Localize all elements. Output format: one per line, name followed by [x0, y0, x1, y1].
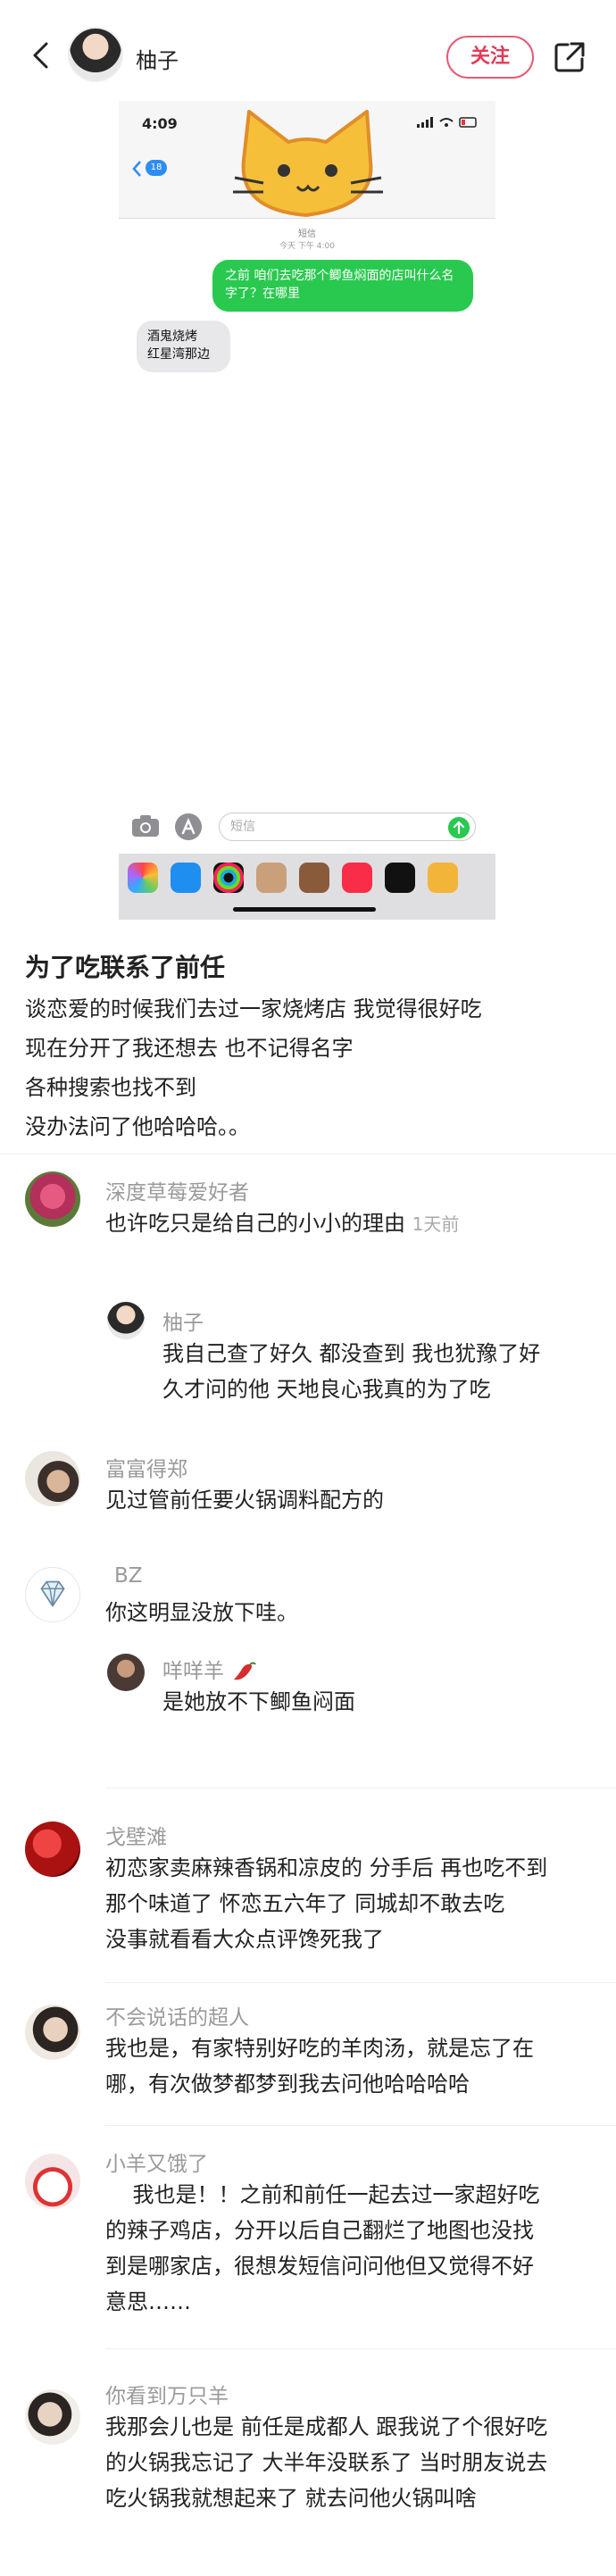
replier-name-text: 咩咩羊	[162, 1660, 224, 1683]
commenter-avatar[interactable]	[25, 2389, 80, 2445]
photos-app-icon[interactable]	[128, 863, 158, 893]
diamond-icon	[40, 1580, 65, 1607]
follow-button[interactable]: 关注	[446, 36, 534, 79]
comment-line[interactable]: 哪，有次做梦都梦到我去问他哈哈哈哈	[105, 2066, 470, 2102]
post-body-line: 没办法问了他哈哈哈。。	[25, 1114, 250, 1139]
message-timestamp: 今天 下午 4:00	[279, 242, 335, 251]
commenter-avatar[interactable]	[25, 2154, 80, 2209]
divider	[105, 2348, 616, 2349]
digital-touch-app-icon[interactable]	[385, 863, 415, 893]
back-arrow-icon[interactable]	[27, 40, 57, 71]
author-avatar[interactable]	[68, 27, 123, 82]
commenter-name[interactable]: 戈壁滩	[105, 1820, 167, 1850]
home-indicator	[233, 907, 376, 912]
comment-line[interactable]: 的辣子鸡店，分开以后自己翻烂了地图也没找	[105, 2213, 534, 2248]
commenter-avatar[interactable]	[25, 1451, 80, 1506]
comment-line[interactable]: 那个味道了 怀恋五六年了 同城却不敢去吃	[105, 1886, 504, 1922]
divider	[0, 1154, 616, 1155]
comment-line[interactable]: 吃火锅我就想起来了 就去问他火锅叫啥	[105, 2480, 477, 2516]
music-app-icon[interactable]	[342, 863, 372, 893]
sent-message-bubble: 之前 咱们去吃那个鲫鱼焖面的店叫什么名字了？在哪里	[212, 260, 473, 312]
replier-name[interactable]: 咩咩羊	[162, 1654, 257, 1684]
commenter-name[interactable]: 你看到万只羊	[105, 2379, 229, 2409]
message-input-placeholder: 短信	[230, 820, 255, 834]
imessage-header: 4:09 18	[119, 101, 495, 219]
reply-line[interactable]: 久才问的他 天地良心我真的为了吃	[162, 1371, 491, 1407]
replier-avatar[interactable]	[107, 1302, 145, 1339]
comment-line[interactable]: 初恋家卖麻辣香锅和凉皮的 分手后 再也吃不到	[105, 1850, 547, 1886]
message-input[interactable]: 短信	[219, 813, 476, 841]
comment-line[interactable]: 我也是，有家特别好吃的羊肉汤，就是忘了在	[105, 2030, 534, 2066]
send-arrow-icon[interactable]	[448, 817, 470, 838]
commenter-avatar[interactable]	[25, 1567, 80, 1622]
commenter-name[interactable]: 不会说话的超人	[105, 2000, 249, 2030]
commenter-avatar[interactable]	[25, 1171, 80, 1227]
camera-icon[interactable]	[131, 814, 160, 838]
divider	[105, 2125, 616, 2126]
phone-time: 4:09	[142, 115, 178, 132]
activity-app-icon[interactable]	[213, 863, 244, 893]
status-bar-icons	[417, 117, 477, 128]
comment-line[interactable]: 到是哪家店，很想发短信问问他但又觉得不好	[105, 2248, 534, 2284]
received-message-bubble: 酒鬼烧烤 红星湾那边	[137, 321, 230, 372]
cat-sticker-icon	[233, 110, 383, 217]
unread-badge: 18	[146, 160, 167, 176]
comment-text[interactable]: 见过管前任要火锅调料配方的	[105, 1482, 384, 1518]
more-apps-icon[interactable]	[428, 863, 458, 893]
app-store-icon[interactable]	[174, 813, 203, 841]
chili-icon	[234, 1662, 257, 1680]
contact-label: 短信	[298, 229, 316, 239]
comment-time: 1天前	[412, 1213, 460, 1235]
post-body-line: 现在分开了我还想去 也不记得名字	[25, 1036, 354, 1061]
reply-text[interactable]: 是她放不下鲫鱼闷面	[162, 1684, 355, 1720]
comment-line[interactable]: 的火锅我忘记了 大半年没联系了 当时朋友说去	[105, 2445, 547, 2480]
post-body-line: 谈恋爱的时候我们去过一家烧烤店 我觉得很好吃	[25, 996, 482, 1021]
commenter-name[interactable]: 深度草莓爱好者	[105, 1175, 249, 1205]
replier-avatar[interactable]	[107, 1654, 145, 1691]
comment-body: 也许吃只是给自己的小小的理由	[105, 1211, 405, 1236]
appstore-app-icon[interactable]	[171, 863, 201, 893]
post-body-line: 各种搜索也找不到	[25, 1075, 196, 1100]
commenter-avatar[interactable]	[25, 1822, 80, 1877]
message-compose-bar: 短信	[119, 804, 495, 852]
author-name[interactable]: 柚子	[136, 43, 179, 74]
top-bar: 柚子 关注	[0, 0, 616, 116]
commenter-name[interactable]: 小羊又饿了	[105, 2147, 208, 2177]
post-image-screenshot[interactable]: 4:09 18 短信 今天 下午 4:00 之前 咱们去吃那个鲫鱼焖面的店叫什么…	[119, 101, 495, 920]
replier-name[interactable]: 柚子	[162, 1305, 204, 1336]
comment-text[interactable]: 也许吃只是给自己的小小的理由 1天前	[105, 1205, 459, 1242]
comment-text[interactable]: 你这明显没放下哇。	[105, 1595, 298, 1630]
memoji-app-icon[interactable]	[256, 863, 287, 893]
comment-line[interactable]: 没事就看看大众点评馋死我了	[105, 1922, 384, 1957]
commenter-name[interactable]: 富富得郑	[105, 1452, 187, 1482]
reply-line[interactable]: 我自己查了好久 都没查到 我也犹豫了好	[162, 1336, 540, 1371]
divider	[105, 1982, 616, 1983]
comment-line[interactable]: 我那会儿也是 前任是成都人 跟我说了个很好吃	[105, 2409, 547, 2445]
comment-line[interactable]: 我也是！！之前和前任一起去过一家超好吃	[105, 2177, 540, 2213]
memoji-app-icon-2[interactable]	[299, 863, 329, 893]
share-icon[interactable]	[552, 39, 587, 75]
commenter-avatar[interactable]	[25, 2005, 80, 2060]
post-title: 为了吃联系了前任	[25, 953, 226, 982]
imessage-app-drawer	[119, 854, 495, 920]
comment-line[interactable]: 意思……	[105, 2284, 191, 2320]
commenter-name[interactable]: BZ	[114, 1564, 143, 1588]
